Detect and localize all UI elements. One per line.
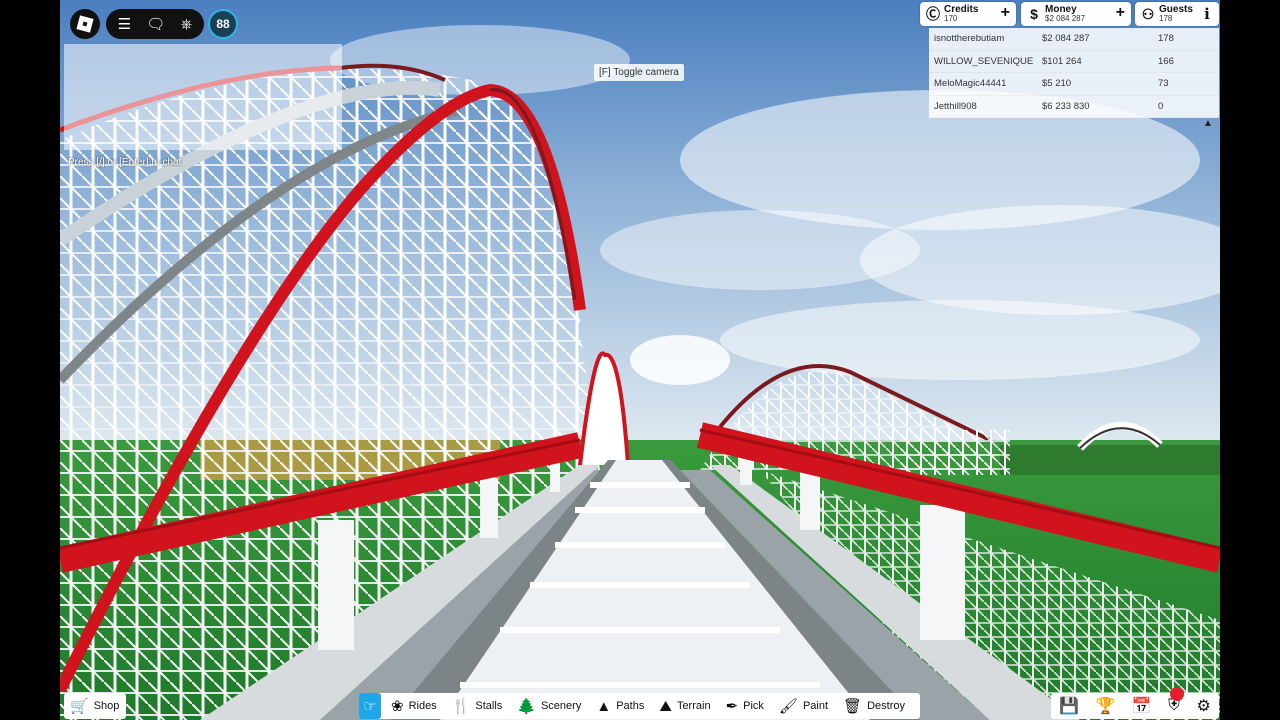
road-icon: ▲ (596, 697, 612, 715)
chat-window[interactable] (64, 44, 342, 150)
roblox-menu-button[interactable] (70, 9, 100, 39)
fork-knife-icon: 🍴 (451, 697, 471, 715)
credits-stat: Ⓒ Credits 170 + (920, 2, 1016, 26)
player-guests: 73 (1158, 78, 1169, 90)
money-label: Money (1045, 4, 1077, 15)
ferris-wheel-icon: ❀ (390, 697, 404, 715)
credits-label: Credits (944, 4, 979, 15)
paths-label: Paths (616, 700, 645, 712)
leaderboard-row[interactable]: Jetthill908 $6 233 830 0 (929, 96, 1219, 118)
cart-icon: 🛒 (70, 697, 89, 715)
destroy-label: Destroy (867, 700, 905, 712)
collapse-arrow-icon[interactable]: ▲ (1203, 118, 1213, 129)
roblox-controls-pill: ☰ 🗨 ⎈ (106, 9, 204, 39)
trash-icon: 🗑 (843, 697, 863, 715)
eyedropper-icon: ✒ (725, 697, 739, 715)
player-guests: 178 (1158, 33, 1174, 45)
chat-hint: Press [/] or [Enter] to chat (68, 157, 182, 168)
pick-label: Pick (743, 700, 764, 712)
trophy-icon[interactable]: 🏆 (1095, 696, 1115, 716)
player-name: Jetthill908 (934, 100, 977, 112)
guests-label: Guests (1159, 4, 1193, 15)
calendar-icon[interactable]: 📅 (1132, 696, 1152, 716)
save-icon[interactable]: 💾 (1059, 696, 1079, 716)
build-toolbar: ☞ ❀ Rides 🍴 Stalls 🌲 Scenery ▲ Paths ⛰ T… (359, 693, 920, 719)
leaderboard-row[interactable]: isnottherebutiam $2 084 287 178 (929, 28, 1219, 51)
credits-icon: Ⓒ (926, 6, 940, 22)
player-money: $5 210 (1042, 78, 1072, 90)
player-leaderboard: isnottherebutiam $2 084 287 178 WILLOW_S… (929, 28, 1219, 118)
money-stat: $ Money $2 084 287 + (1021, 2, 1131, 26)
player-guests: 166 (1158, 55, 1174, 67)
player-money: $6 233 830 (1042, 100, 1090, 112)
paint-label: Paint (802, 700, 829, 712)
pick-button[interactable]: ✒ Pick (726, 699, 764, 714)
paintbrush-icon: 🖌 (778, 697, 798, 715)
level-badge[interactable]: 88 (208, 9, 238, 39)
player-name: MeloMagic44441 (934, 78, 1007, 90)
roblox-logo-icon (76, 15, 94, 33)
scenery-button[interactable]: 🌲 Scenery (517, 699, 581, 714)
notification-dot (1170, 687, 1184, 701)
terrain-button[interactable]: ⛰ Terrain (659, 699, 710, 714)
add-credits-button[interactable]: + (1001, 4, 1010, 22)
leaderboard-row[interactable]: MeloMagic44441 $5 210 73 (929, 73, 1219, 96)
destroy-button[interactable]: 🗑 Destroy (843, 699, 905, 714)
pointer-hand-icon: ☞ (363, 698, 377, 715)
player-guests: 0 (1158, 100, 1164, 112)
cursor-tool-button[interactable]: ☞ (359, 693, 381, 719)
player-money: $101 264 (1042, 55, 1082, 67)
tree-icon: 🌲 (517, 697, 536, 715)
paint-button[interactable]: 🖌 Paint (779, 699, 828, 714)
scenery-label: Scenery (540, 700, 582, 712)
paths-button[interactable]: ▲ Paths (596, 699, 644, 714)
add-money-button[interactable]: + (1116, 4, 1125, 22)
terrain-label: Terrain (676, 700, 711, 712)
guests-value: 178 (1159, 14, 1173, 23)
shop-button[interactable]: 🛒 Shop (70, 699, 119, 714)
stalls-label: Stalls (475, 700, 503, 712)
system-toolbar: 💾 🏆 📅 ⛨ ⚙ (1051, 693, 1219, 719)
chat-bubble-icon[interactable]: 🗨 (146, 17, 165, 32)
mountain-icon: ⛰ (659, 697, 672, 715)
player-name: WILLOW_SEVENIQUE (934, 55, 1034, 67)
stalls-button[interactable]: 🍴 Stalls (452, 699, 503, 714)
headset-icon[interactable]: ⎈ (180, 17, 192, 32)
shop-label: Shop (93, 700, 120, 712)
credits-value: 170 (944, 14, 958, 23)
player-name: isnottherebutiam (934, 33, 1005, 45)
rides-button[interactable]: ❀ Rides (391, 699, 437, 714)
level-value: 88 (216, 17, 230, 31)
money-value: $2 084 287 (1045, 14, 1086, 23)
shop-toolbar: 🛒 Shop (64, 693, 126, 719)
leaderboard-row[interactable]: WILLOW_SEVENIQUE $101 264 166 (929, 51, 1219, 73)
dollar-icon: $ (1030, 6, 1038, 22)
settings-gear-icon[interactable]: ⚙ (1196, 696, 1210, 716)
hamburger-icon[interactable]: ☰ (118, 17, 131, 32)
info-icon[interactable]: i (1199, 5, 1215, 23)
player-money: $2 084 287 (1042, 33, 1090, 45)
guests-icon: ⚇ (1141, 5, 1155, 22)
rides-label: Rides (408, 700, 437, 712)
toggle-camera-tip: [F] Toggle camera (594, 64, 684, 81)
